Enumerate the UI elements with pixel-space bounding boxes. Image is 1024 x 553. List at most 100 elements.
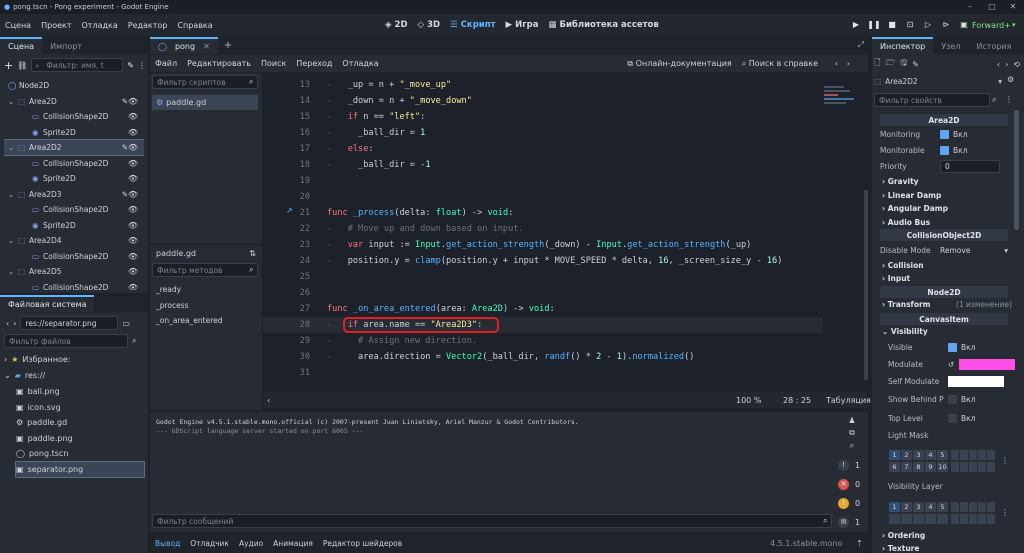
light-layer-cell[interactable] (969, 450, 977, 460)
show-behind-checkbox[interactable] (948, 395, 957, 404)
tab-import[interactable]: Импорт (42, 39, 90, 54)
link-icon[interactable]: ⛓ (17, 61, 27, 70)
history-icon[interactable]: ⟲ (1013, 60, 1020, 69)
light-layer-cell[interactable] (987, 462, 995, 472)
script-menu-item[interactable]: Отладка (337, 59, 383, 68)
group-visibility[interactable]: ⌄ Visibility (882, 327, 928, 336)
tab-pong[interactable]: ◯ pong ✕ (150, 37, 218, 54)
bottom-tab[interactable]: Вывод (150, 539, 185, 548)
tab-inspector[interactable]: Инспектор (872, 37, 934, 54)
bottom-tab[interactable]: Отладчик (185, 539, 234, 548)
collapse-icon[interactable]: ‹ (267, 396, 270, 405)
top-level-checkbox[interactable] (948, 414, 957, 423)
priority-input[interactable]: 0 (940, 160, 1000, 173)
light-layer-cell[interactable]: 7 (901, 462, 912, 472)
vis-layer-cell[interactable] (987, 514, 995, 524)
play-scene-icon[interactable]: ▷ (920, 17, 936, 33)
script-menu-item[interactable]: Редактировать (182, 59, 256, 68)
file-item[interactable]: ▣ separator.png (15, 460, 145, 478)
search-icon[interactable]: ⌕ (850, 441, 854, 451)
vis-layer-cell[interactable] (951, 514, 959, 524)
vis-layer-cell[interactable] (889, 514, 900, 524)
light-layer-cell[interactable] (951, 450, 959, 460)
menu-item[interactable]: Сцена (0, 21, 36, 30)
script-attach-icon[interactable]: ✎ (127, 61, 134, 70)
vis-layer-cell[interactable] (969, 514, 977, 524)
tools-icon[interactable]: ⚙ (1007, 75, 1014, 84)
copy-icon[interactable]: ⧉ (849, 428, 855, 438)
vis-layer-cell[interactable] (960, 514, 968, 524)
light-layer-cell[interactable] (978, 462, 986, 472)
light-layer-cell[interactable] (969, 462, 977, 472)
script-menu-item[interactable]: Файл (150, 59, 182, 68)
vis-layer-cell[interactable] (978, 502, 986, 512)
self-modulate-color-swatch[interactable] (948, 376, 1004, 387)
vis-layer-cell[interactable] (925, 514, 936, 524)
group-2[interactable]: › Angular Damp (882, 204, 948, 213)
vis-layer-cell[interactable] (978, 514, 986, 524)
play-icon[interactable]: ▶ (848, 17, 864, 33)
light-layer-cell[interactable]: 2 (901, 450, 912, 460)
vis-layer-cell[interactable]: 2 (901, 502, 912, 512)
add-tab-icon[interactable]: + (218, 37, 238, 54)
light-layer-cell[interactable]: 1 (889, 450, 900, 460)
vis-layer-cell[interactable] (987, 502, 995, 512)
expand-icon[interactable]: ⤢ (858, 40, 864, 50)
light-layer-cell[interactable]: 4 (925, 450, 936, 460)
add-node-icon[interactable]: + (4, 59, 13, 72)
close-button[interactable]: ✕ (1003, 0, 1023, 14)
workspace-1[interactable]: ◇ 3D (413, 20, 446, 30)
section-area2d[interactable]: Area2D (880, 114, 1008, 126)
file-item[interactable]: ▣ paddle.png (16, 431, 144, 446)
workspace-3[interactable]: ▶ Игра (501, 20, 544, 30)
light-layer-cell[interactable]: 6 (889, 462, 900, 472)
section-canvas-item[interactable]: CanvasItem (880, 313, 1008, 325)
modulate-color-swatch[interactable] (959, 359, 1016, 370)
script-menu-item[interactable]: Переход (291, 59, 337, 68)
group-input[interactable]: › Input (882, 274, 910, 283)
light-layer-cell[interactable]: 8 (913, 462, 924, 472)
menu-dots-icon[interactable]: ⋮ (1001, 456, 1009, 465)
pause-icon[interactable]: ❚❚ (866, 17, 882, 33)
code-scrollbar[interactable] (864, 190, 868, 380)
minimize-button[interactable]: – (960, 0, 980, 14)
save-icon[interactable]: 🖫 (900, 57, 907, 71)
group-ordering[interactable]: › Ordering (882, 531, 925, 540)
open-icon[interactable]: 🗁 (885, 57, 895, 71)
scene-filter-input[interactable]: ⌕ Фильтр: имя, t (31, 58, 124, 72)
vis-layer-cell[interactable] (951, 502, 959, 512)
file-item[interactable]: ◯ pong.tscn (16, 446, 144, 461)
online-docs-link[interactable]: ⧉ Онлайн-документация (627, 59, 731, 69)
maximize-button[interactable]: □ (982, 0, 1002, 14)
tools-icon[interactable]: ✎ (912, 60, 919, 69)
vis-layer-cell[interactable]: 1 (889, 502, 900, 512)
prev-icon[interactable]: ‹ (835, 59, 838, 68)
light-layer-cell[interactable] (960, 462, 968, 472)
disable-mode-select[interactable]: Remove (940, 246, 970, 255)
new-resource-icon[interactable]: 🗋 (874, 57, 880, 71)
workspace-2[interactable]: ☰ Скрипт (445, 20, 500, 30)
menu-dots-icon[interactable]: ⋮ (1001, 508, 1009, 517)
section-collision-object[interactable]: CollisionObject2D (880, 229, 1008, 241)
section-node2d[interactable]: Node2D (880, 286, 1008, 298)
light-layer-cell[interactable]: 9 (925, 462, 936, 472)
renderer-select[interactable]: Forward+ (972, 21, 1011, 30)
light-layer-cell[interactable] (960, 450, 968, 460)
file-item[interactable]: ▣ icon.svg (16, 400, 144, 415)
menu-item[interactable]: Справка (172, 21, 217, 30)
group-collision[interactable]: › Collision (882, 261, 924, 270)
movie-maker-icon[interactable]: ▣ (956, 17, 972, 33)
group-1[interactable]: › Linear Damp (882, 191, 941, 200)
light-layer-cell[interactable] (951, 462, 959, 472)
vis-layer-cell[interactable]: 5 (937, 502, 948, 512)
search-help-link[interactable]: ⌕ Поиск в справке (742, 59, 818, 69)
property-filter-input[interactable]: Фильтр свойств (874, 93, 990, 107)
pin-icon[interactable]: ⇡ (856, 539, 863, 548)
light-layer-cell[interactable] (987, 450, 995, 460)
workspace-0[interactable]: ◈ 2D (380, 20, 413, 30)
group-transform[interactable]: › Transform (1 изменение) (882, 300, 1012, 309)
menu-item[interactable]: Отладка (77, 21, 123, 30)
inspector-scrollbar[interactable] (1014, 110, 1019, 230)
indent-mode[interactable]: Табуляция (826, 396, 871, 405)
light-layer-cell[interactable] (978, 450, 986, 460)
